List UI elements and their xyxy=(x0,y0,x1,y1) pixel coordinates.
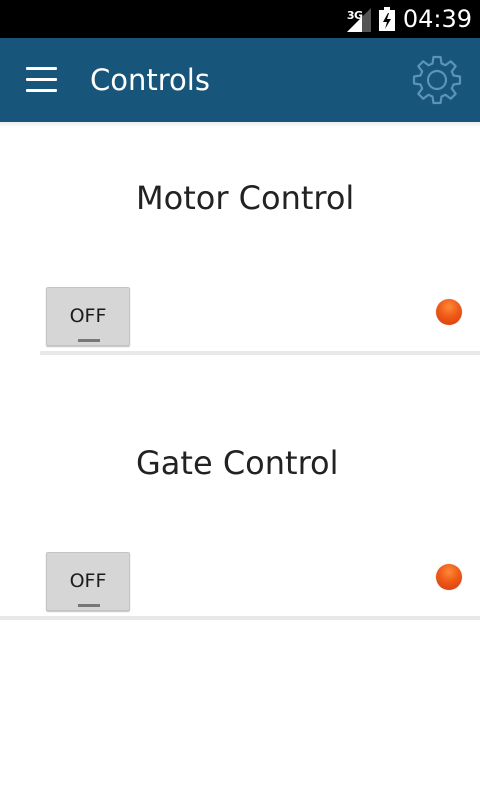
gate-control-title: Gate Control xyxy=(136,444,339,482)
gate-toggle-button[interactable]: OFF xyxy=(46,552,130,611)
app-bar-shadow xyxy=(0,122,480,128)
status-icons: 3G 04:39 xyxy=(346,0,472,38)
status-bar: 3G 04:39 xyxy=(0,0,480,38)
gate-toggle-label: OFF xyxy=(69,570,107,592)
page-title: Controls xyxy=(90,63,210,97)
motor-control-title: Motor Control xyxy=(136,179,355,217)
battery-icon xyxy=(378,7,395,31)
clock: 04:39 xyxy=(402,5,472,33)
toggle-indicator xyxy=(78,339,100,342)
toggle-indicator xyxy=(78,604,100,607)
signal-icon: 3G xyxy=(346,6,371,32)
app-bar: Controls xyxy=(0,38,480,122)
divider xyxy=(40,351,480,355)
menu-icon[interactable] xyxy=(26,67,57,93)
gate-status-indicator xyxy=(436,564,462,590)
gear-icon[interactable] xyxy=(412,55,462,105)
divider xyxy=(0,616,480,620)
motor-toggle-label: OFF xyxy=(69,305,107,327)
motor-status-indicator xyxy=(436,299,462,325)
motor-toggle-button[interactable]: OFF xyxy=(46,287,130,346)
